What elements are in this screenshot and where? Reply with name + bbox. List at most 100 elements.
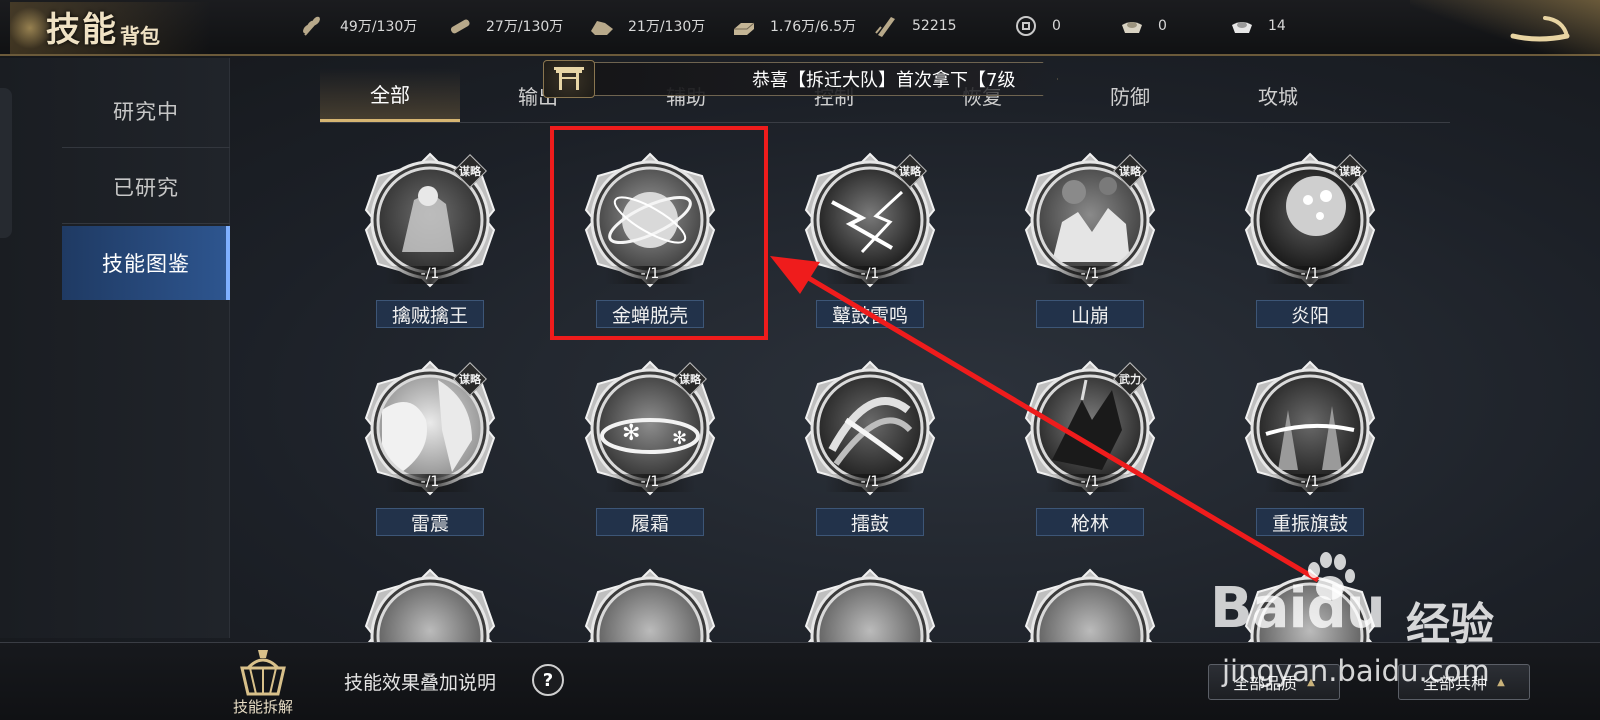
resource-gold: 0 [1118,14,1228,38]
skill-count: -/1 [1265,266,1355,284]
skill-count: -/1 [1045,474,1135,492]
disassemble-label: 技能拆解 [232,698,293,716]
skill-card-partial[interactable] [565,552,735,642]
help-button[interactable]: ? [532,664,564,696]
skill-count: -/1 [825,266,915,284]
svg-text:✻: ✻ [622,421,640,446]
skill-count: -/1 [385,474,475,492]
tab-all[interactable]: 全部 [320,68,460,122]
back-button[interactable] [1490,6,1590,50]
stone-icon [588,14,616,38]
skill-type-badge: 谋略 [893,154,927,188]
baidu-watermark: Baidu 经验 jingyan.baidu.com [1210,548,1600,688]
skill-card-partial[interactable] [1005,552,1175,642]
title-main: 技能 [46,10,118,50]
skill-type-badge: 谋略 [453,154,487,188]
watermark-logo: Baidu [1210,576,1386,641]
skill-type-label: 武力 [1119,373,1141,386]
skill-type-badge: 谋略 [1113,154,1147,188]
skill-count: -/1 [605,474,695,492]
skill-card[interactable]: 谋略 -/1 鼙鼓雷鸣 [785,136,955,336]
skill-type-badge: 谋略 [453,362,487,396]
wood-icon [446,14,474,38]
skill-count: -/1 [825,474,915,492]
page-title: 技能 背包 [10,2,210,54]
sidebar-handle [0,88,12,238]
svg-text:✻: ✻ [672,428,687,449]
skill-medal-icon [1022,568,1158,642]
resource-wood: 27万/130万 [446,14,588,38]
title-glow [10,6,50,50]
skill-type-badge: 谋略 [673,362,707,396]
skill-card[interactable]: 谋略 -/1 擒贼擒王 [345,136,515,336]
skill-medal-icon [362,568,498,642]
gold-ingot-icon [1118,14,1146,38]
resource-iron: 1.76万/6.5万 [730,14,872,38]
skill-card[interactable]: -/1 重振旗鼓 [1225,344,1395,544]
skill-card[interactable]: 谋略 -/1 雷震 [345,344,515,544]
resource-silver: 14 [1228,14,1328,38]
sidebar-item-skill-codex[interactable]: 技能图鉴 [62,226,230,300]
skill-card-partial[interactable] [345,552,515,642]
effect-stack-help-text[interactable]: 技能效果叠加说明 [344,668,496,695]
skill-type-label: 谋略 [899,165,921,178]
resource-value: 21万/130万 [628,19,706,35]
skill-count: -/1 [1265,474,1355,492]
sidebar: 研究中 已研究 技能图鉴 [0,58,230,638]
resource-decree: 52215 [872,14,1012,38]
skill-count: -/1 [385,266,475,284]
annotation-highlight-box [550,126,768,340]
tab-siege[interactable]: 攻城 [1208,68,1348,122]
resource-bar: 49万/130万 27万/130万 21万/130万 1.76万/6.5万 52… [300,0,1328,52]
skill-type-label: 谋略 [679,373,701,386]
skill-card[interactable]: -/1 擂鼓 [785,344,955,544]
skill-card-partial[interactable] [785,552,955,642]
skill-name: 擒贼擒王 [376,300,484,328]
skill-medal-icon [582,568,718,642]
skill-card[interactable]: 谋略 -/1 炎阳 [1225,136,1395,336]
skill-card[interactable]: ✻ ✻ 谋略 -/1 履霜 [565,344,735,544]
skill-name: 擂鼓 [816,508,924,536]
resource-value: 27万/130万 [486,19,564,35]
skill-medal-icon [802,568,938,642]
skill-type-badge: 武力 [1113,362,1147,396]
resource-value: 1.76万/6.5万 [770,19,857,35]
skill-name: 炎阳 [1256,300,1364,328]
skill-name: 鼙鼓雷鸣 [816,300,924,328]
resource-value: 49万/130万 [340,19,418,35]
copper-coin-icon [1012,14,1040,38]
skill-card[interactable]: 武力 -/1 枪林 [1005,344,1175,544]
grain-icon [300,14,328,38]
skill-name: 重振旗鼓 [1256,508,1364,536]
resource-value: 52215 [912,18,957,34]
sidebar-item-researched[interactable]: 已研究 [62,150,230,224]
watermark-cn: 经验 [1406,599,1494,650]
skill-type-badge: 谋略 [1333,154,1367,188]
resource-value: 14 [1268,18,1286,34]
skill-type-label: 谋略 [1339,165,1361,178]
top-bar: 技能 背包 49万/130万 27万/130万 21万/130万 1.76万/6… [0,0,1600,56]
title-sub: 背包 [120,24,160,48]
skill-count: -/1 [1045,266,1135,284]
tab-divider [320,122,1450,123]
iron-icon [730,14,758,38]
skill-name: 履霜 [596,508,704,536]
resource-value: 0 [1052,18,1061,34]
banner-gate-icon [543,60,595,98]
resource-value: 0 [1158,18,1167,34]
skill-name: 山崩 [1036,300,1144,328]
sidebar-item-researching[interactable]: 研究中 [62,74,230,148]
skill-card[interactable]: 谋略 -/1 山崩 [1005,136,1175,336]
skill-disassemble-button[interactable]: 技能拆解 [228,648,298,716]
resource-stone: 21万/130万 [588,14,730,38]
basket-icon [240,650,286,696]
resource-grain: 49万/130万 [300,14,446,38]
watermark-url: jingyan.baidu.com [1222,654,1490,688]
silver-ingot-icon [1228,14,1256,38]
resource-copper: 0 [1012,14,1118,38]
back-arrow-icon [1510,16,1570,42]
skill-type-label: 谋略 [459,373,481,386]
decree-icon [872,14,900,38]
skill-type-label: 谋略 [1119,165,1141,178]
tab-defense[interactable]: 防御 [1060,68,1200,122]
